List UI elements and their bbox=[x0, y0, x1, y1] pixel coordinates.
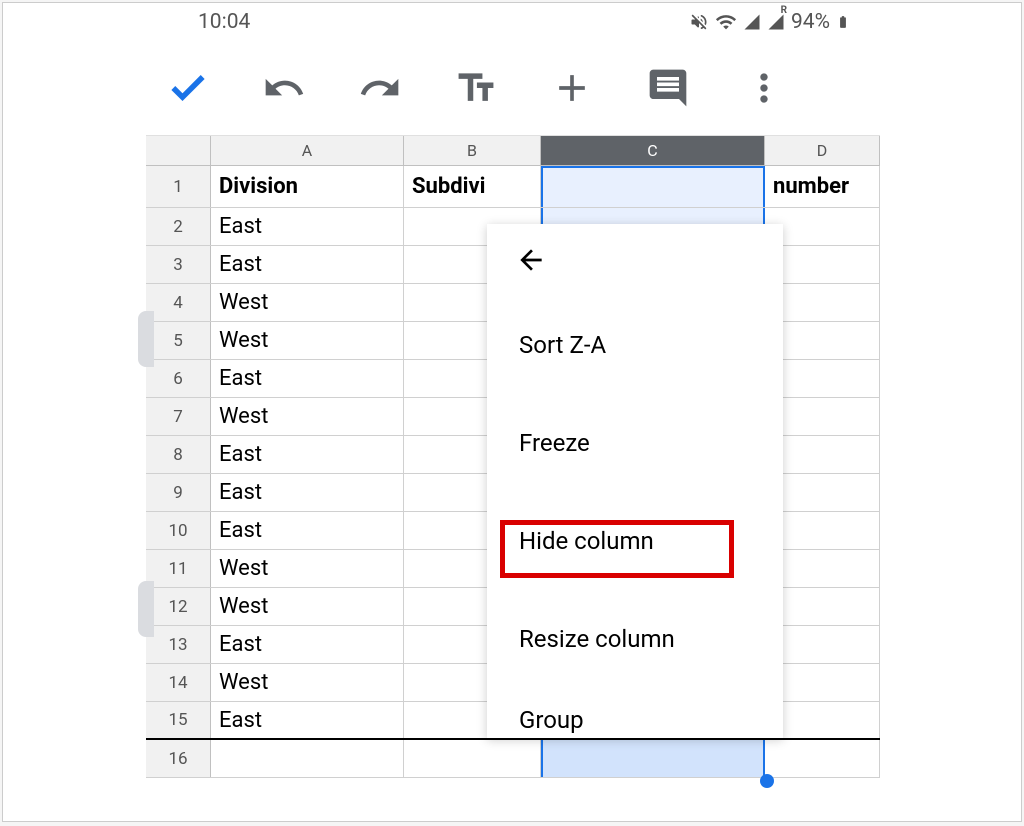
comment-button[interactable] bbox=[646, 66, 690, 110]
menu-resize-column[interactable]: Resize column bbox=[487, 590, 783, 688]
cell[interactable]: East bbox=[211, 512, 404, 549]
cell[interactable]: number bbox=[765, 166, 880, 207]
selection-handle-bottom[interactable] bbox=[760, 774, 774, 788]
add-button[interactable] bbox=[550, 66, 594, 110]
menu-sort-za[interactable]: Sort Z-A bbox=[487, 296, 783, 394]
row-header[interactable]: 13 bbox=[146, 626, 211, 663]
signal-r-icon: R bbox=[767, 13, 785, 31]
cell[interactable] bbox=[404, 740, 541, 777]
context-menu: Sort Z-A Freeze Hide column Resize colum… bbox=[487, 224, 783, 738]
col-header-b[interactable]: B bbox=[404, 136, 541, 165]
toolbar bbox=[146, 41, 880, 136]
row-header[interactable]: 15 bbox=[146, 702, 211, 738]
row-16: 16 bbox=[146, 740, 880, 778]
row-header[interactable]: 8 bbox=[146, 436, 211, 473]
status-bar: 10:04 R 94% bbox=[146, 3, 880, 41]
row-header[interactable]: 4 bbox=[146, 284, 211, 321]
format-button[interactable] bbox=[454, 66, 498, 110]
battery-percent: 94% bbox=[791, 10, 830, 34]
undo-button[interactable] bbox=[262, 66, 306, 110]
cell[interactable]: West bbox=[211, 588, 404, 625]
col-header-a[interactable]: A bbox=[211, 136, 404, 165]
menu-group[interactable]: Group bbox=[487, 688, 783, 738]
mute-icon bbox=[689, 12, 709, 32]
col-header-c[interactable]: C bbox=[541, 136, 765, 165]
menu-freeze[interactable]: Freeze bbox=[487, 394, 783, 492]
menu-back-button[interactable] bbox=[487, 224, 783, 296]
freeze-handle-top[interactable] bbox=[138, 311, 154, 367]
column-headers: A B C D bbox=[146, 136, 880, 166]
row-header[interactable]: 5 bbox=[146, 322, 211, 359]
row-header[interactable]: 9 bbox=[146, 474, 211, 511]
status-time: 10:04 bbox=[198, 10, 250, 34]
cell[interactable] bbox=[541, 166, 765, 207]
cell[interactable] bbox=[541, 740, 765, 777]
battery-icon bbox=[836, 11, 850, 33]
cell[interactable]: Division bbox=[211, 166, 404, 207]
col-header-d[interactable]: D bbox=[765, 136, 880, 165]
wifi-icon bbox=[715, 11, 737, 33]
cell[interactable]: East bbox=[211, 436, 404, 473]
cell[interactable]: West bbox=[211, 322, 404, 359]
cell[interactable]: East bbox=[211, 360, 404, 397]
cell[interactable]: Subdivi bbox=[404, 166, 541, 207]
row-1: 1 Division Subdivi number bbox=[146, 166, 880, 208]
status-right: R 94% bbox=[689, 10, 850, 34]
cell[interactable]: East bbox=[211, 626, 404, 663]
row-header[interactable]: 1 bbox=[146, 166, 211, 207]
redo-button[interactable] bbox=[358, 66, 402, 110]
cell[interactable]: East bbox=[211, 474, 404, 511]
row-header[interactable]: 6 bbox=[146, 360, 211, 397]
cell[interactable]: West bbox=[211, 284, 404, 321]
corner-cell[interactable] bbox=[146, 136, 211, 165]
cell[interactable]: West bbox=[211, 664, 404, 701]
cell[interactable]: East bbox=[211, 208, 404, 245]
cell[interactable]: West bbox=[211, 398, 404, 435]
row-header[interactable]: 11 bbox=[146, 550, 211, 587]
row-header[interactable]: 12 bbox=[146, 588, 211, 625]
done-button[interactable] bbox=[166, 66, 210, 110]
row-header[interactable]: 3 bbox=[146, 246, 211, 283]
signal-icon bbox=[743, 13, 761, 31]
freeze-handle-bottom[interactable] bbox=[138, 581, 154, 637]
cell[interactable]: East bbox=[211, 246, 404, 283]
menu-hide-column[interactable]: Hide column bbox=[487, 492, 783, 590]
cell[interactable] bbox=[765, 740, 880, 777]
cell[interactable]: West bbox=[211, 550, 404, 587]
cell[interactable]: East bbox=[211, 702, 404, 738]
row-header[interactable]: 14 bbox=[146, 664, 211, 701]
row-header[interactable]: 7 bbox=[146, 398, 211, 435]
row-header[interactable]: 2 bbox=[146, 208, 211, 245]
more-button[interactable] bbox=[742, 66, 786, 110]
cell[interactable] bbox=[211, 740, 404, 777]
row-header[interactable]: 10 bbox=[146, 512, 211, 549]
row-header[interactable]: 16 bbox=[146, 740, 211, 777]
